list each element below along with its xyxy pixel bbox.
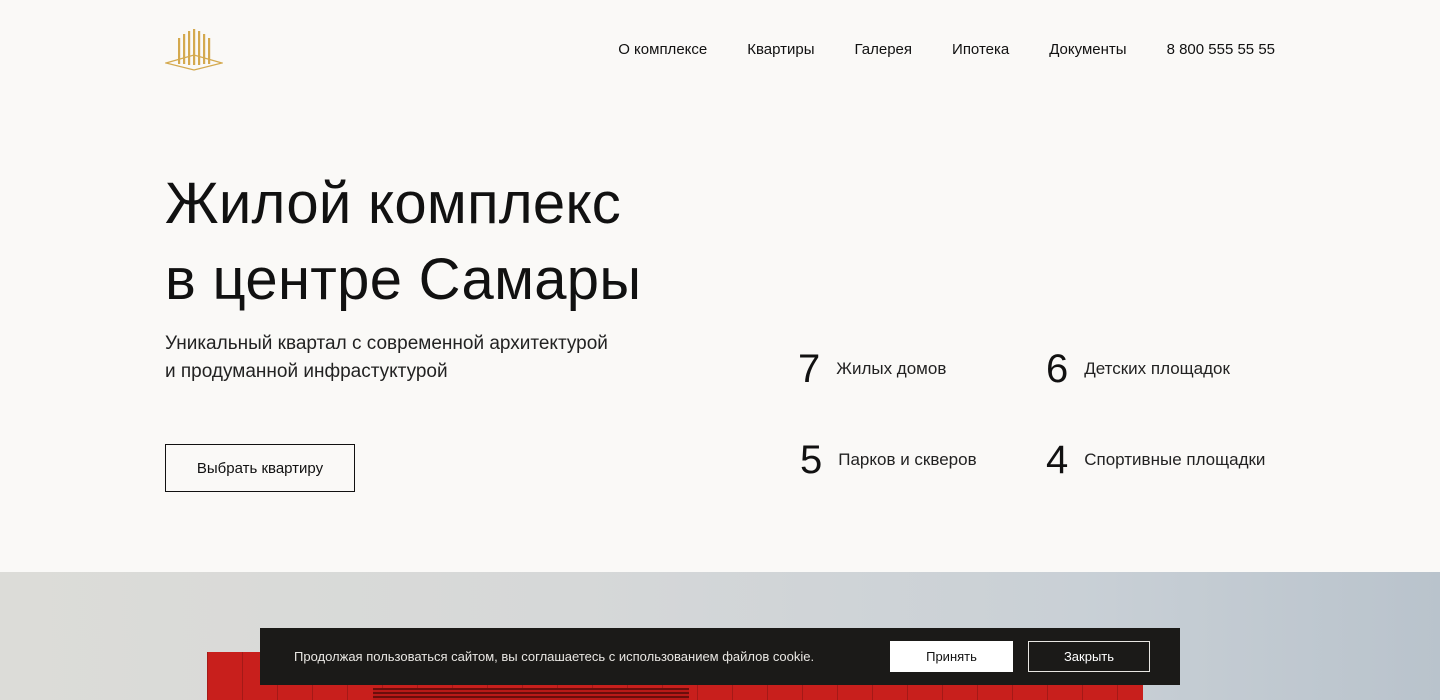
phone-link[interactable]: 8 800 555 55 55 [1167, 40, 1275, 60]
nav-item-documents[interactable]: Документы [1049, 40, 1126, 60]
stat-label: Спортивные площадки [1084, 450, 1266, 469]
hero-title: Жилой комплекс в центре Самары [165, 166, 641, 318]
hero-subtitle-line-2: и продуманной инфрастуктурой [165, 361, 448, 382]
nav-item-mortgage[interactable]: Ипотека [952, 40, 1009, 60]
stat-value: 6 [1046, 347, 1069, 391]
hero-subtitle-line-1: Уникальный квартал с современной архитек… [165, 333, 608, 354]
stat-sports-grounds: 4 Спортивные площадки [1046, 440, 1265, 480]
stat-label: Детских площадок [1084, 359, 1230, 378]
cookie-text: Продолжая пользоваться сайтом, вы соглаш… [294, 649, 815, 664]
stat-label: Парков и скверов [838, 450, 977, 469]
stat-value: 4 [1046, 438, 1069, 482]
choose-apartment-button[interactable]: Выбрать квартиру [165, 444, 355, 492]
stat-value: 5 [800, 438, 823, 482]
stat-playgrounds: 6 Детских площадок [1046, 349, 1230, 389]
site-header: О комплексе Квартиры Галерея Ипотека Док… [0, 0, 1440, 100]
hero-title-line-2: в центре Самары [165, 247, 642, 312]
main-nav: О комплексе Квартиры Галерея Ипотека Док… [618, 40, 1275, 60]
nav-item-about[interactable]: О комплексе [618, 40, 707, 60]
stat-label: Жилых домов [836, 359, 947, 378]
nav-item-gallery[interactable]: Галерея [855, 40, 913, 60]
building-vent [373, 688, 689, 700]
nav-item-apartments[interactable]: Квартиры [747, 40, 814, 60]
accept-cookies-button[interactable]: Принять [890, 641, 1013, 672]
building-logo-icon[interactable] [163, 29, 225, 71]
stat-residential-buildings: 7 Жилых домов [798, 349, 946, 389]
stat-parks: 5 Парков и скверов [800, 440, 977, 480]
stat-value: 7 [798, 347, 821, 391]
close-cookies-button[interactable]: Закрыть [1028, 641, 1150, 672]
cookie-banner: Продолжая пользоваться сайтом, вы соглаш… [260, 628, 1180, 685]
hero-subtitle: Уникальный квартал с современной архитек… [165, 330, 608, 386]
hero-title-line-1: Жилой комплекс [165, 171, 622, 236]
